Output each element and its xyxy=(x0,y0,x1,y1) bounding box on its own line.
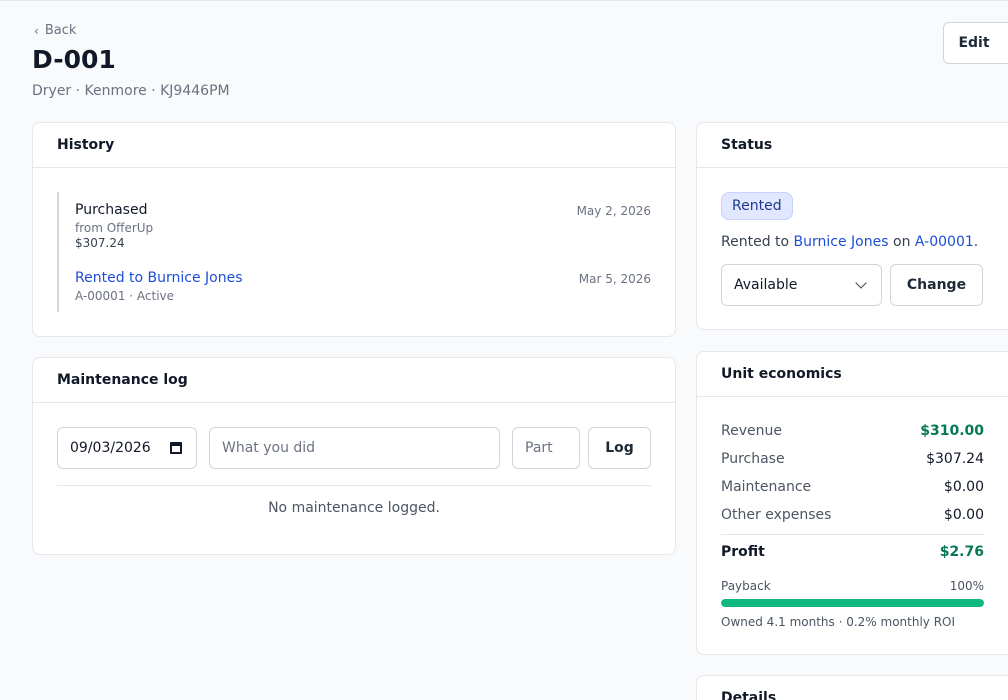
payback-value: 100% xyxy=(949,579,984,593)
history-timeline: Purchased from OfferUp $307.24 May 2, 20… xyxy=(57,192,651,312)
purchase-label: Purchase xyxy=(721,451,785,467)
profit-row: Profit $2.76 xyxy=(721,544,984,560)
period: . xyxy=(973,234,979,250)
payback-progress-bar xyxy=(721,599,984,607)
status-heading: Status xyxy=(697,123,1008,168)
revenue-row: Revenue $310.00 xyxy=(721,423,984,439)
purchase-value: $307.24 xyxy=(926,451,984,467)
back-link[interactable]: ‹ Back xyxy=(34,23,76,38)
timeline-item-date: Mar 5, 2026 xyxy=(578,272,651,286)
timeline-item-source: from OfferUp xyxy=(75,221,154,235)
timeline-item-title: Purchased xyxy=(75,202,148,218)
change-status-button[interactable]: Change xyxy=(890,264,983,306)
timeline-item-agreement: A-00001 · Active xyxy=(75,289,175,303)
timeline-item-date: May 2, 2026 xyxy=(576,204,651,218)
history-card: History Purchased from OfferUp $307.24 M… xyxy=(32,122,676,337)
timeline-item: Purchased from OfferUp $307.24 May 2, 20… xyxy=(75,202,651,250)
status-select[interactable]: Available xyxy=(721,264,882,306)
payback-progress-fill xyxy=(721,599,984,607)
status-badge: Rented xyxy=(721,192,793,220)
on-word: on xyxy=(893,234,911,250)
chevron-down-icon xyxy=(855,277,867,289)
maintenance-card: Maintenance log 09/03/2026 What you did … xyxy=(32,357,676,555)
description-input[interactable]: What you did xyxy=(209,427,500,469)
divider xyxy=(57,485,651,486)
timeline-item: Rented to Burnice Jones A-00001 · Active… xyxy=(75,270,651,303)
agreement-link[interactable]: A-00001 xyxy=(915,234,974,250)
log-button[interactable]: Log xyxy=(588,427,651,469)
other-expenses-label: Other expenses xyxy=(721,507,832,523)
payback-row: Payback 100% xyxy=(721,579,984,593)
timeline-item-price: $307.24 xyxy=(75,236,125,250)
empty-state-text: No maintenance logged. xyxy=(268,500,440,516)
payback-label: Payback xyxy=(721,579,771,593)
part-input[interactable]: Part xyxy=(512,427,580,469)
details-card: Details xyxy=(696,675,1008,700)
purchase-row: Purchase $307.24 xyxy=(721,451,984,467)
economics-heading: Unit economics xyxy=(697,352,1008,397)
date-input[interactable]: 09/03/2026 xyxy=(57,427,197,469)
revenue-value: $310.00 xyxy=(920,423,984,439)
calendar-icon[interactable] xyxy=(170,442,182,454)
chevron-left-icon: ‹ xyxy=(34,23,39,38)
status-select-value: Available xyxy=(734,277,798,293)
details-heading: Details xyxy=(697,676,1008,700)
rented-to-text: Rented to Burnice Jones on A-00001. xyxy=(721,234,978,250)
back-label: Back xyxy=(44,23,77,38)
other-expenses-value: $0.00 xyxy=(943,507,984,523)
revenue-label: Revenue xyxy=(721,423,782,439)
rented-prefix: Rented to xyxy=(721,234,790,250)
history-heading: History xyxy=(33,123,675,168)
status-card: Status Rented Rented to Burnice Jones on… xyxy=(696,122,1008,330)
maintenance-row: Maintenance $0.00 xyxy=(721,479,984,495)
maintenance-label: Maintenance xyxy=(721,479,812,495)
unit-economics-card: Unit economics Revenue $310.00 Purchase … xyxy=(696,351,1008,655)
divider xyxy=(721,534,984,535)
timeline-rental-link[interactable]: Rented to Burnice Jones xyxy=(75,270,651,286)
profit-value: $2.76 xyxy=(939,544,984,560)
renter-link[interactable]: Burnice Jones xyxy=(794,234,889,250)
date-value: 09/03/2026 xyxy=(70,440,151,456)
maintenance-heading: Maintenance log xyxy=(33,358,675,403)
profit-label: Profit xyxy=(721,544,765,560)
edit-button[interactable]: Edit xyxy=(943,22,1008,64)
page-title: D-001 xyxy=(32,45,116,74)
page-subtitle: Dryer · Kenmore · KJ9446PM xyxy=(32,83,230,99)
maintenance-value: $0.00 xyxy=(943,479,984,495)
owned-summary: Owned 4.1 months · 0.2% monthly ROI xyxy=(721,615,956,629)
other-expenses-row: Other expenses $0.00 xyxy=(721,507,984,523)
